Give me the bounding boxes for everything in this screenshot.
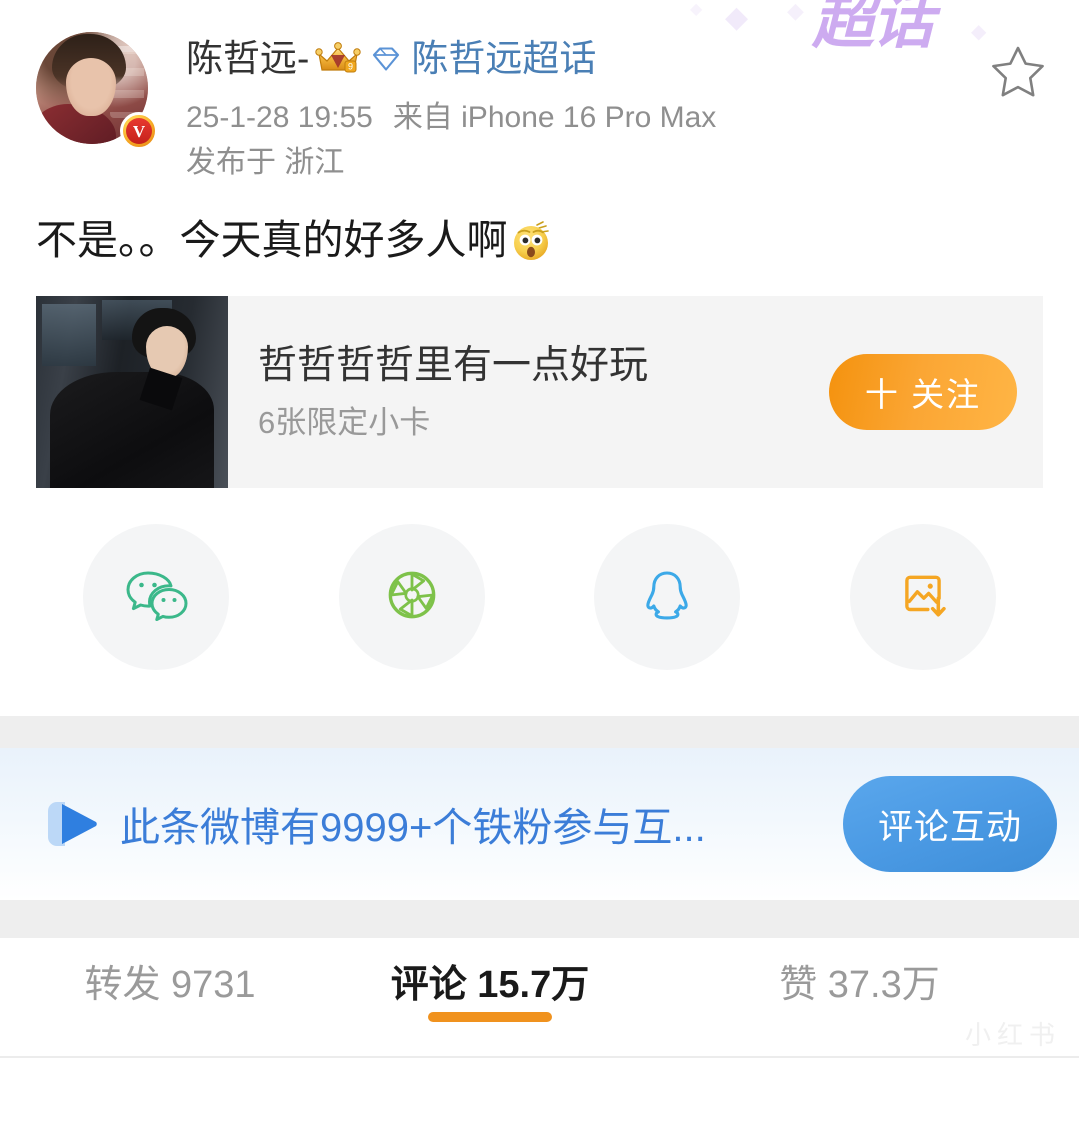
fan-banner-text: 此条微博有9999+个铁粉参与互... [120,806,706,851]
weibo-post: V 陈哲远- 9 陈哲远超话 25-1-28 19:55 来自 iPhone 1… [0,0,1079,716]
verified-badge-letter: V [126,118,152,144]
post-source: 来自 iPhone 16 Pro Max [392,101,717,134]
username[interactable]: 陈哲远- [186,40,309,77]
name-line: 陈哲远- 9 陈哲远超话 [186,40,1057,77]
stats-tab-bar: 转发 9731 评论 15.7万 赞 37.3万 小红书 [0,938,1079,1059]
save-image-icon [894,566,952,629]
post-timestamp: 25-1-28 19:55 [186,101,373,134]
crown-level-badge[interactable]: 9 [315,41,362,76]
card-thumbnail [36,296,228,489]
avatar-photo-face [66,58,116,116]
favorite-star-icon[interactable] [987,40,1049,102]
bottom-rule [0,1056,1079,1059]
post-text: 不是。。今天真的好多人啊 [36,217,508,263]
comment-count-label: 评论 15.7万 [390,964,590,1007]
card-text-block: 哲哲哲哲里有一点好玩 6张限定小卡 [228,343,829,441]
post-header: V 陈哲远- 9 陈哲远超话 25-1-28 19:55 来自 iPhone 1… [0,0,1079,185]
share-save-image-button[interactable] [850,524,997,671]
qq-icon [634,562,700,633]
shocked-face-emoji [510,219,554,263]
post-text-row: 不是。。今天真的好多人啊 [36,213,1079,268]
post-timestamp-line: 25-1-28 19:55 来自 iPhone 16 Pro Max [186,95,1057,140]
section-divider-bottom [0,900,1079,939]
wechat-icon [120,559,192,636]
card-thumbnail-window [42,304,96,367]
like-count-label: 赞 37.3万 [779,964,940,1007]
comment-interaction-button[interactable]: 评论互动 [843,776,1057,873]
bottom-watermark: 小红书 [964,1020,1061,1051]
card-thumbnail-body [50,372,214,489]
avatar-wrapper[interactable]: V [36,32,158,152]
section-divider-top [0,716,1079,749]
share-wechat-button[interactable] [82,524,229,671]
wechat-moments-icon [382,565,442,630]
share-row [0,488,1079,716]
active-tab-underline [428,1012,552,1023]
supertopic-diamond-icon[interactable] [369,42,403,76]
share-qq-button[interactable] [594,524,741,671]
fan-play-icon [44,802,102,847]
tab-comment[interactable]: 评论 15.7万 [340,938,640,1023]
header-meta: 陈哲远- 9 陈哲远超话 25-1-28 19:55 来自 iPhone 16 … [156,32,1057,185]
tab-like[interactable]: 赞 37.3万 [640,938,1079,1004]
follow-button[interactable]: 十 关注 [829,354,1017,431]
fan-interaction-banner[interactable]: 此条微博有9999+个铁粉参与互... 评论互动 [0,748,1079,901]
supertopic-link[interactable]: 陈哲远超话 [411,40,596,77]
share-moments-button[interactable] [338,524,485,671]
tab-repost[interactable]: 转发 9731 [0,938,340,1004]
card-subtitle: 6张限定小卡 [258,405,431,441]
repost-count-label: 转发 9731 [84,964,256,1007]
crown-level-number: 9 [348,61,353,71]
post-region: 发布于 浙江 [186,146,345,179]
topic-product-card[interactable]: 哲哲哲哲里有一点好玩 6张限定小卡 十 关注 [36,296,1043,489]
card-title: 哲哲哲哲里有一点好玩 [258,344,649,388]
verified-badge: V [120,112,158,150]
